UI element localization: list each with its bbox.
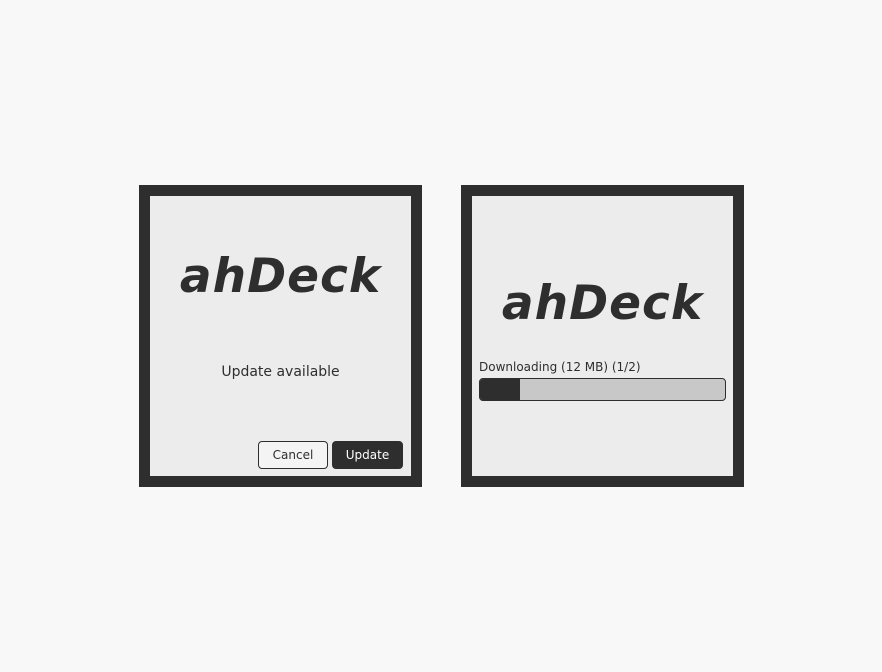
download-status-label: Downloading (12 MB) (1/2) [479, 360, 641, 374]
download-progress-dialog: ahDeck Downloading (12 MB) (1/2) [461, 185, 744, 487]
cancel-button[interactable]: Cancel [258, 441, 328, 469]
update-available-dialog: ahDeck Update available Cancel Update [139, 185, 422, 487]
app-logo: ahDeck [179, 249, 382, 304]
download-progress-bar [479, 378, 726, 401]
download-progress-fill [480, 379, 521, 400]
update-button[interactable]: Update [332, 441, 403, 469]
update-message: Update available [221, 364, 340, 380]
app-logo: ahDeck [501, 276, 704, 331]
